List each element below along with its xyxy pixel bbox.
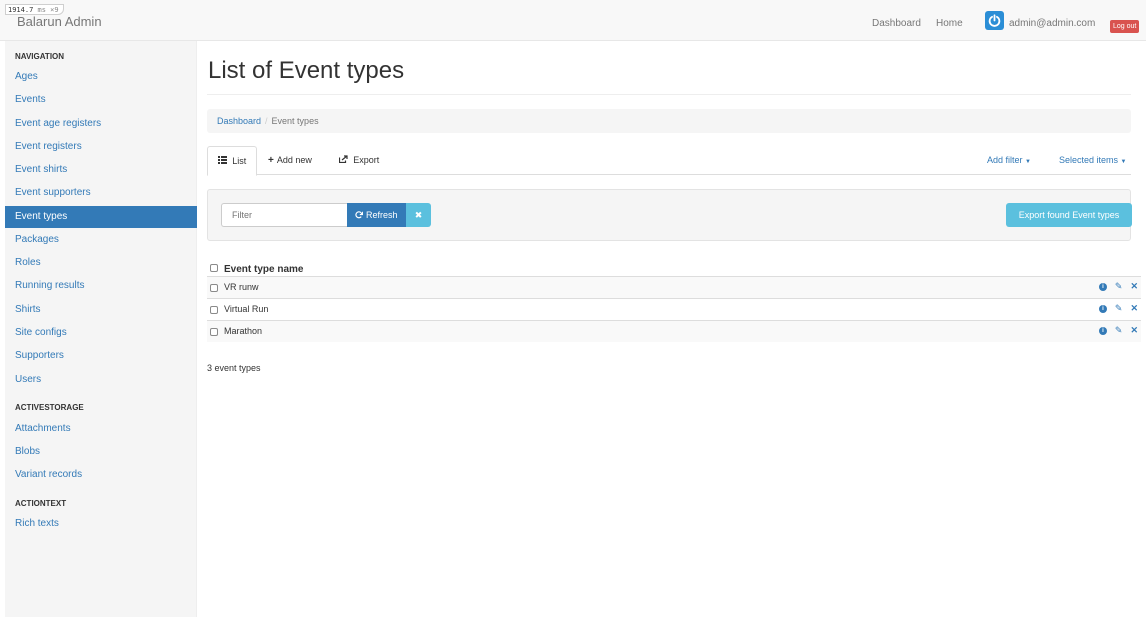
sidebar-item-attachments[interactable]: Attachments xyxy=(5,418,197,440)
title-divider xyxy=(207,94,1131,95)
caret-down-icon: ▼ xyxy=(1025,159,1031,165)
table-row: Marathon i ✎ ✕ xyxy=(207,320,1141,342)
top-navbar: Balarun Admin 1914.7 ms ×9 Dashboard Hom… xyxy=(0,0,1146,41)
sidebar-item-ages[interactable]: Ages xyxy=(5,66,197,88)
row-checkbox[interactable] xyxy=(210,328,218,336)
filter-input[interactable] xyxy=(221,203,347,227)
sidebar-item-running-results[interactable]: Running results xyxy=(5,275,197,297)
sidebar-item-event-registers[interactable]: Event registers xyxy=(5,136,197,158)
info-icon[interactable]: i xyxy=(1098,326,1107,335)
perf-extra: ×9 xyxy=(50,6,59,14)
perf-time: 1914.7 xyxy=(8,6,34,14)
row-checkbox[interactable] xyxy=(210,284,218,292)
page-title: List of Event types xyxy=(208,57,405,84)
sidebar-item-event-types[interactable]: Event types xyxy=(5,206,197,228)
sidebar-item-users[interactable]: Users xyxy=(5,369,197,391)
breadcrumb-current: Event types xyxy=(271,116,319,126)
close-icon[interactable]: ✖ xyxy=(406,203,431,227)
select-all-checkbox[interactable] xyxy=(210,264,218,272)
tab-list-label: List xyxy=(232,156,247,166)
sidebar-item-roles[interactable]: Roles xyxy=(5,252,197,274)
pencil-icon[interactable]: ✎ xyxy=(1115,325,1123,336)
breadcrumb: Dashboard / Event types xyxy=(207,109,1131,133)
tab-export-label: Export xyxy=(353,155,380,165)
add-filter-dropdown[interactable]: Add filter ▼ xyxy=(987,146,1031,175)
delete-icon[interactable]: ✕ xyxy=(1130,325,1138,336)
column-header-name[interactable]: Event type name xyxy=(224,264,303,275)
sidebar: NAVIGATION Ages Events Event age registe… xyxy=(5,41,197,617)
export-found-button[interactable]: Export found Event types xyxy=(1006,203,1132,227)
sidebar-item-blobs[interactable]: Blobs xyxy=(5,441,197,463)
share-icon xyxy=(338,155,350,165)
sidebar-item-supporters[interactable]: Supporters xyxy=(5,345,197,367)
row-actions: i ✎ ✕ xyxy=(1098,281,1138,292)
sidebar-item-site-configs[interactable]: Site configs xyxy=(5,322,197,344)
sidebar-item-event-shirts[interactable]: Event shirts xyxy=(5,159,197,181)
pencil-icon[interactable]: ✎ xyxy=(1115,303,1123,314)
row-name: VR runw xyxy=(224,282,259,292)
tab-add-new[interactable]: + Add new xyxy=(258,146,322,175)
tab-export[interactable]: Export xyxy=(329,146,389,175)
user-email-link[interactable]: admin@admin.com xyxy=(1009,18,1095,29)
plus-icon: + xyxy=(268,155,274,166)
caret-down-icon: ▼ xyxy=(1120,159,1127,165)
filter-bar: Refresh ✖ Export found Event types xyxy=(207,189,1132,241)
sidebar-heading-actiontext: ACTIONTEXT xyxy=(15,499,67,508)
nav-dashboard-link[interactable]: Dashboard xyxy=(872,18,921,29)
list-icon xyxy=(218,156,229,166)
sidebar-item-packages[interactable]: Packages xyxy=(5,229,197,251)
info-icon[interactable]: i xyxy=(1098,282,1107,291)
performance-badge[interactable]: 1914.7 ms ×9 xyxy=(5,4,64,15)
selected-items-label: Selected items xyxy=(1059,155,1119,165)
refresh-label: Refresh xyxy=(366,210,398,220)
power-icon[interactable] xyxy=(985,11,1004,30)
tab-add-new-label: Add new xyxy=(276,155,312,165)
refresh-button[interactable]: Refresh xyxy=(347,203,406,227)
sidebar-heading-activestorage: ACTIVESTORAGE xyxy=(15,403,84,412)
sidebar-item-variant-records[interactable]: Variant records xyxy=(5,464,197,486)
brand-title[interactable]: Balarun Admin xyxy=(17,14,102,29)
table-row: Virtual Run i ✎ ✕ xyxy=(207,298,1141,320)
sidebar-item-rich-texts[interactable]: Rich texts xyxy=(5,513,197,535)
row-actions: i ✎ ✕ xyxy=(1098,325,1138,336)
action-tabs: List + Add new Export Add filter ▼ Select… xyxy=(207,146,1131,176)
table-row: VR runw i ✎ ✕ xyxy=(207,276,1141,298)
pencil-icon[interactable]: ✎ xyxy=(1115,281,1123,292)
delete-icon[interactable]: ✕ xyxy=(1130,303,1138,314)
logout-button[interactable]: Log out xyxy=(1110,20,1140,33)
row-name: Virtual Run xyxy=(224,304,269,314)
sidebar-item-events[interactable]: Events xyxy=(5,89,197,111)
row-name: Marathon xyxy=(224,326,263,336)
tab-list[interactable]: List xyxy=(207,146,258,176)
record-count: 3 event types xyxy=(207,363,261,373)
selected-items-dropdown[interactable]: Selected items ▼ xyxy=(1059,146,1127,175)
table-header: Event type name xyxy=(207,258,1141,276)
sidebar-item-shirts[interactable]: Shirts xyxy=(5,299,197,321)
nav-home-link[interactable]: Home xyxy=(936,18,963,29)
info-icon[interactable]: i xyxy=(1098,304,1107,313)
sidebar-item-event-supporters[interactable]: Event supporters xyxy=(5,182,197,204)
row-checkbox[interactable] xyxy=(210,306,218,314)
breadcrumb-separator: / xyxy=(265,116,268,126)
row-actions: i ✎ ✕ xyxy=(1098,303,1138,314)
add-filter-label: Add filter xyxy=(987,155,1023,165)
perf-unit: ms xyxy=(37,6,46,14)
breadcrumb-dashboard-link[interactable]: Dashboard xyxy=(217,116,261,126)
sidebar-heading-navigation: NAVIGATION xyxy=(15,52,65,61)
sidebar-item-event-age-registers[interactable]: Event age registers xyxy=(5,113,197,135)
delete-icon[interactable]: ✕ xyxy=(1130,281,1138,292)
refresh-icon xyxy=(355,210,366,220)
